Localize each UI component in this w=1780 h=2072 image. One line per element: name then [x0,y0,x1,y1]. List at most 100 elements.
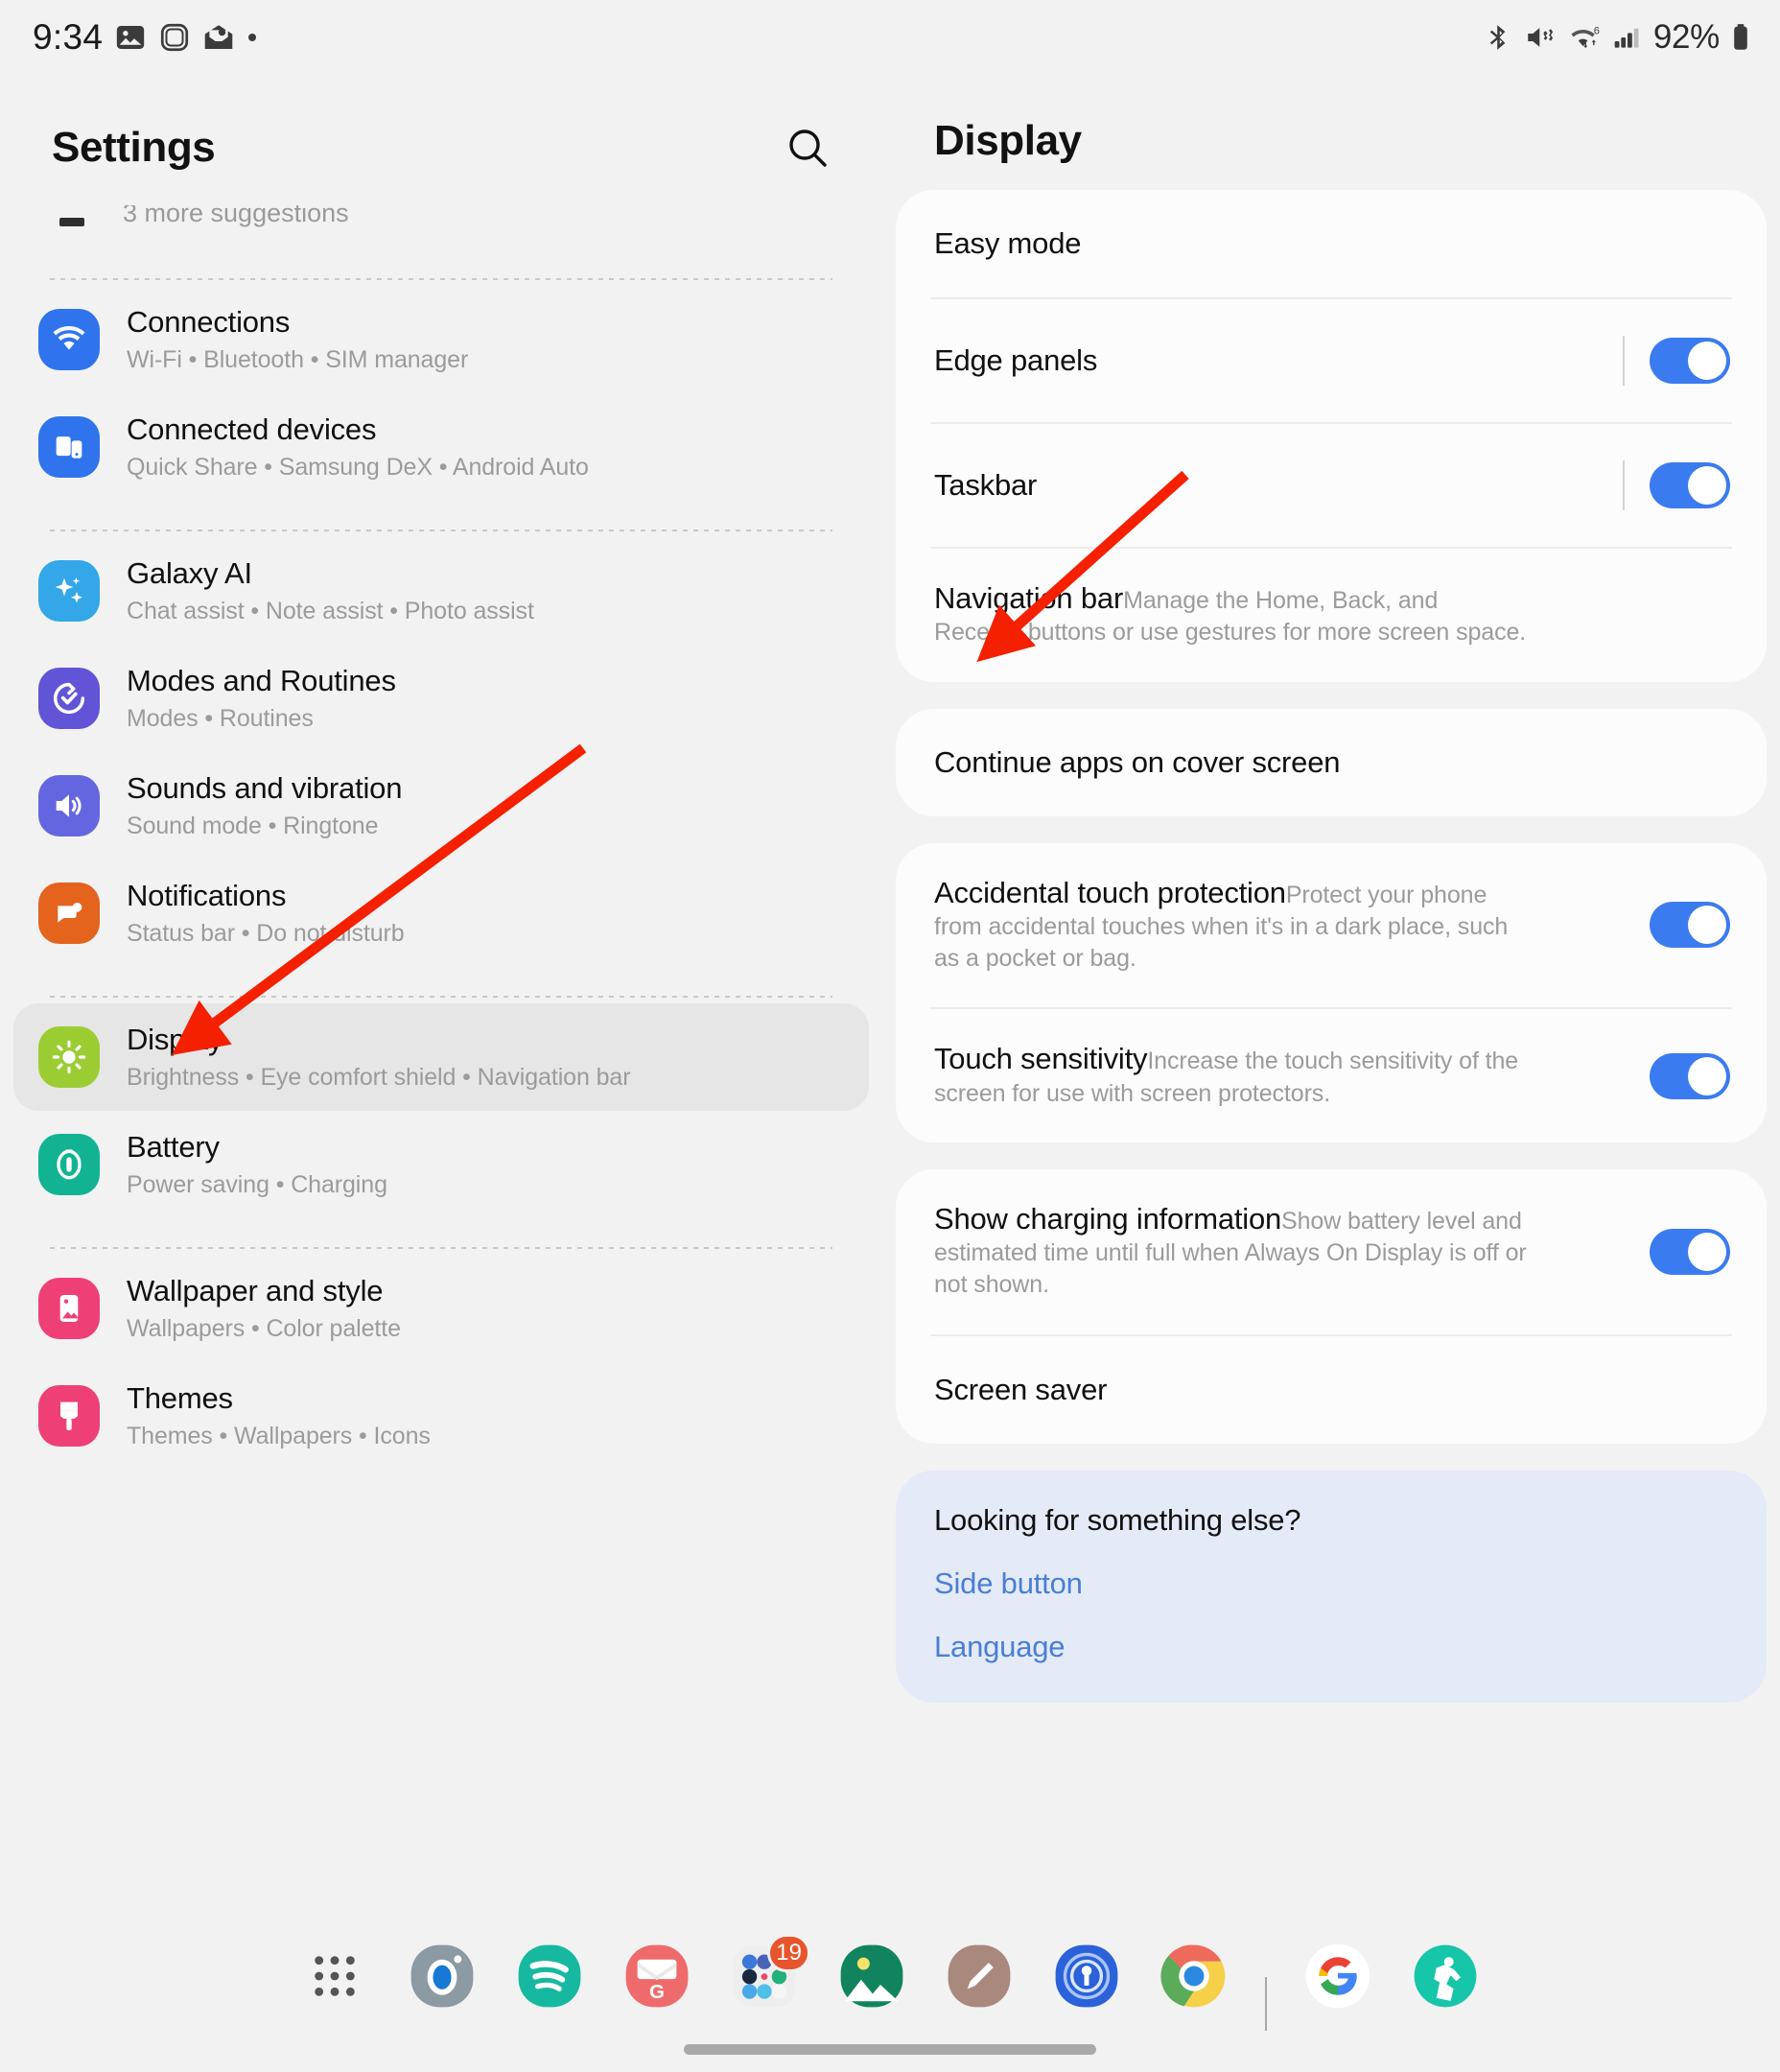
settings-card: Accidental touch protectionProtect your … [896,842,1767,1142]
sidebar-item-sounds-and-vibration[interactable]: Sounds and vibration Sound mode • Ringto… [13,752,869,859]
hint-link-side-button[interactable]: Side button [896,1538,1767,1601]
setting-row-show-charging-information[interactable]: Show charging informationShow battery le… [896,1169,1767,1334]
spotify-icon[interactable] [513,1940,586,2013]
toggle-knob [1688,906,1726,945]
toggle-group [1650,1052,1730,1099]
image-icon [117,25,145,50]
sidebar-item-battery[interactable]: Battery Power saving • Charging [13,1111,869,1218]
toggle-switch[interactable] [1650,1228,1730,1275]
gallery-icon[interactable] [835,1940,908,2013]
suggestions-row[interactable]: 3 more suggestions [0,205,882,238]
dot-icon [248,34,257,41]
settings-group: Connections Wi-Fi • Bluetooth • SIM mana… [0,280,882,501]
brush-icon [38,1385,100,1447]
hint-link-language[interactable]: Language [896,1601,1767,1664]
sidebar-item-wallpaper-and-style[interactable]: Wallpaper and style Wallpapers • Color p… [13,1255,869,1362]
sidebar-item-label: Modes and Routines [127,664,396,697]
onepassword-icon[interactable] [1050,1940,1123,2013]
toggle-knob [1688,1056,1726,1095]
status-bar-right: 6 92% [1484,18,1751,57]
sidebar-item-subtitle: Modes • Routines [127,705,314,732]
devices-icon [38,416,100,478]
settings-scroll-area[interactable]: 3 more suggestions Connections Wi-Fi • B… [0,205,882,1470]
toggle-knob [1688,1232,1726,1271]
setting-row-edge-panels[interactable]: Edge panels [896,299,1767,422]
settings-list-pane: Settings 3 more suggestions Connections [0,75,882,1926]
toggle-switch[interactable] [1650,338,1730,384]
sidebar-item-subtitle: Power saving • Charging [127,1171,387,1198]
status-bar-left: 9:34 [33,17,257,58]
settings-card: Show charging informationShow battery le… [896,1168,1767,1444]
toggle-divider [1623,336,1625,386]
strava-icon[interactable] [1409,1940,1482,2013]
looking-for-something-else-card: Looking for something else? Side button La… [896,1470,1767,1703]
sidebar-item-themes[interactable]: Themes Themes • Wallpapers • Icons [13,1362,869,1470]
display-detail-pane: Display Easy mode Edge panels Taskbar Na… [882,75,1780,1926]
mute-vibrate-icon [1528,28,1553,47]
settings-card: Easy mode Edge panels Taskbar Navigation… [896,190,1767,682]
svg-text:6: 6 [1594,26,1600,37]
status-bar: 9:34 6 92% [0,0,1780,75]
page-title: Settings [52,124,216,171]
setting-title: Edge panels [934,343,1098,377]
sidebar-item-connected-devices[interactable]: Connected devices Quick Share • Samsung … [13,393,869,501]
sidebar-item-subtitle: Wallpapers • Color palette [127,1315,401,1342]
sidebar-item-subtitle: Quick Share • Samsung DeX • Android Auto [127,454,589,481]
search-icon [789,130,827,167]
setting-title: Navigation bar [934,581,1124,615]
folder-badge-count: 19 [767,1934,810,1972]
sidebar-item-modes-and-routines[interactable]: Modes and Routines Modes • Routines [13,645,869,752]
chrome-icon[interactable] [1158,1940,1230,2013]
setting-title: Show charging information [934,1201,1282,1236]
sidebar-item-galaxy-ai[interactable]: Galaxy AI Chat assist • Note assist • Ph… [13,537,869,645]
toggle-group [1623,336,1730,386]
taskbar-dock: G 19 [0,1926,1780,2072]
gesture-home-bar[interactable] [684,2044,1096,2055]
sidebar-item-label: Battery [127,1130,220,1164]
setting-row-continue-apps-on-cover-screen[interactable]: Continue apps on cover screen [896,709,1767,816]
app-folder-icon[interactable]: 19 [728,1934,810,2013]
battery-percent-label: 92% [1652,18,1720,56]
speaker-icon [38,775,100,836]
sidebar-item-subtitle: Sound mode • Ringtone [127,812,379,839]
samsung-internet-icon[interactable] [406,1940,479,2013]
sidebar-item-notifications[interactable]: Notifications Status bar • Do not distur… [13,859,869,967]
battery-icon [1734,24,1747,50]
search-button[interactable] [777,117,838,178]
mail-icon [205,25,233,50]
setting-title: Accidental touch protection [934,875,1286,909]
wifi-6-icon: 6 [1571,26,1600,49]
status-bar-clock: 9:34 [33,17,104,57]
samsung-notes-icon[interactable] [943,1940,1016,2013]
setting-row-screen-saver[interactable]: Screen saver [896,1336,1767,1444]
detail-page-title: Display [934,117,1082,164]
app-drawer-icon[interactable] [298,1940,371,2013]
sidebar-item-label: Wallpaper and style [127,1274,384,1307]
setting-row-taskbar[interactable]: Taskbar [896,424,1767,547]
toggle-divider [1623,460,1625,510]
toggle-switch[interactable] [1650,462,1730,508]
setting-row-accidental-touch-protection[interactable]: Accidental touch protectionProtect your … [896,843,1767,1008]
settings-group: Wallpaper and style Wallpapers • Color p… [0,1249,882,1470]
svg-text:G: G [649,1982,665,2003]
sidebar-item-label: Sounds and vibration [127,771,403,805]
sidebar-item-connections[interactable]: Connections Wi-Fi • Bluetooth • SIM mana… [13,286,869,393]
setting-row-touch-sensitivity[interactable]: Touch sensitivityIncrease the touch sens… [896,1009,1767,1142]
bluetooth-icon [1489,25,1506,50]
sidebar-item-display[interactable]: Display Brightness • Eye comfort shield … [13,1003,869,1111]
gmail-icon[interactable]: G [621,1940,693,2013]
settings-header: Settings [0,75,882,178]
setting-title: Easy mode [934,226,1082,260]
toggle-switch[interactable] [1650,1052,1730,1099]
dock-separator [1265,1977,1267,2031]
sidebar-item-label: Connected devices [127,412,377,446]
google-icon[interactable] [1301,1940,1374,2013]
setting-row-easy-mode[interactable]: Easy mode [896,190,1767,297]
setting-row-navigation-bar[interactable]: Navigation barManage the Home, Back, and… [896,549,1767,682]
brightness-icon [38,1026,100,1088]
sparkle-icon [38,560,100,622]
setting-title: Continue apps on cover screen [934,744,1341,779]
bell-chat-icon [38,883,100,944]
toggle-switch[interactable] [1650,902,1730,949]
settings-groups: Connections Wi-Fi • Bluetooth • SIM mana… [0,280,882,1470]
